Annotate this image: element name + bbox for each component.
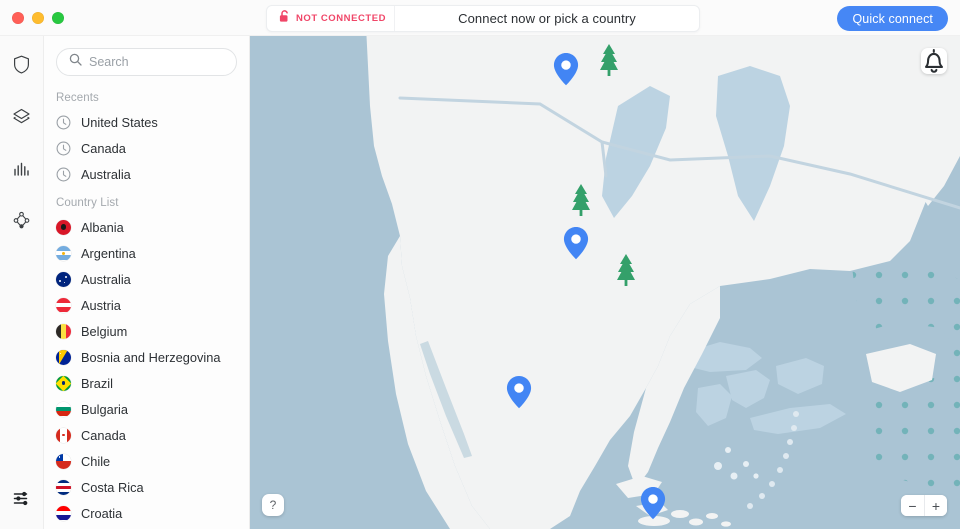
flag-costa-rica	[56, 479, 71, 495]
rail-item-stats[interactable]	[7, 156, 37, 186]
country-item-label: Costa Rica	[81, 479, 144, 495]
search-input[interactable]	[89, 55, 224, 69]
status-message: Connect now or pick a country	[458, 11, 636, 26]
flag-belgium	[56, 323, 71, 339]
maximize-button[interactable]	[52, 11, 64, 24]
map-canvas[interactable]: ? − +	[250, 36, 960, 529]
country-item-label: Croatia	[81, 505, 123, 521]
country-item-label: Albania	[81, 219, 124, 235]
recent-item[interactable]: Canada	[44, 135, 249, 161]
flag-argentina	[56, 245, 71, 261]
pin-mexico	[506, 376, 532, 409]
app-body: Recents United States Canada Australia Cou…	[0, 36, 960, 529]
country-item-label: Argentina	[81, 245, 136, 261]
country-item-label: Canada	[81, 427, 126, 443]
country-item-label: Bosnia and Herzegovina	[81, 349, 221, 365]
search-icon	[69, 53, 82, 71]
flag-chile	[56, 453, 71, 469]
shield-icon	[13, 55, 30, 79]
zoom-out-button[interactable]: −	[901, 495, 924, 516]
rail-item-settings[interactable]	[7, 485, 37, 515]
recents-list: United States Canada Australia	[44, 109, 249, 187]
country-list: Albania Argentina Australia Austria Belgium B…	[44, 214, 249, 526]
icon-rail	[0, 36, 44, 529]
pin-caribbean	[640, 487, 666, 520]
country-item[interactable]: Australia	[44, 266, 249, 292]
flag-brazil	[56, 375, 71, 391]
country-item[interactable]: Croatia	[44, 500, 249, 526]
location-list: Recents United States Canada Australia Cou…	[44, 82, 249, 529]
country-item[interactable]: Canada	[44, 422, 249, 448]
rail-item-shield[interactable]	[7, 52, 37, 82]
minimize-button[interactable]	[32, 11, 44, 24]
flag-albania	[56, 219, 71, 235]
clock-icon	[56, 141, 71, 156]
mesh-network-icon	[12, 211, 31, 235]
recent-item[interactable]: Australia	[44, 161, 249, 187]
status-bar: NOT CONNECTED Connect now or pick a coun…	[266, 5, 700, 32]
quick-connect-button[interactable]: Quick connect	[837, 6, 948, 31]
sidebar: Recents United States Canada Australia Cou…	[44, 36, 250, 529]
country-item[interactable]: Bosnia and Herzegovina	[44, 344, 249, 370]
bar-chart-icon	[13, 160, 30, 182]
notifications-button[interactable]	[921, 48, 947, 74]
flag-bulgaria	[56, 401, 71, 417]
country-item-label: Belgium	[81, 323, 128, 339]
country-item[interactable]: Costa Rica	[44, 474, 249, 500]
zoom-controls: − +	[901, 495, 947, 516]
country-item[interactable]: Argentina	[44, 240, 249, 266]
tree-mid-lower	[617, 254, 635, 286]
flag-australia	[56, 271, 71, 287]
clock-icon	[56, 167, 71, 182]
search-box[interactable]	[56, 48, 237, 76]
country-item-label: Chile	[81, 453, 111, 469]
recents-heading: Recents	[56, 92, 99, 104]
tree-north	[600, 44, 618, 76]
layers-icon	[12, 108, 31, 131]
zoom-in-button[interactable]: +	[924, 495, 947, 516]
recent-item-label: United States	[81, 114, 158, 130]
sliders-icon	[13, 490, 31, 511]
country-item[interactable]: Brazil	[44, 370, 249, 396]
search-container	[44, 36, 249, 82]
recent-item[interactable]: United States	[44, 109, 249, 135]
flag-canada	[56, 427, 71, 443]
country-item[interactable]: Belgium	[44, 318, 249, 344]
rail-item-layers[interactable]	[7, 104, 37, 134]
country-item-label: Brazil	[81, 375, 113, 391]
pin-northwest	[553, 53, 579, 86]
unlocked-padlock-icon	[279, 9, 290, 28]
close-button[interactable]	[12, 11, 24, 24]
country-item[interactable]: Bulgaria	[44, 396, 249, 422]
flag-bosnia-and-herzegovina	[56, 349, 71, 365]
pin-west	[563, 227, 589, 260]
map-markers-layer	[506, 44, 666, 520]
country-item-label: Bulgaria	[81, 401, 128, 417]
clock-icon	[56, 115, 71, 130]
country-item[interactable]: Chile	[44, 448, 249, 474]
country-item[interactable]: Albania	[44, 214, 249, 240]
title-bar: NOT CONNECTED Connect now or pick a coun…	[0, 0, 960, 36]
recent-item-label: Australia	[81, 166, 131, 182]
tree-mid-upper	[572, 184, 590, 216]
flag-croatia	[56, 505, 71, 521]
recent-item-label: Canada	[81, 140, 126, 156]
country-item[interactable]: Austria	[44, 292, 249, 318]
country-item-label: Australia	[81, 271, 131, 287]
country-item-label: Austria	[81, 297, 121, 313]
rail-item-mesh[interactable]	[7, 208, 37, 238]
flag-austria	[56, 297, 71, 313]
connection-status: NOT CONNECTED	[267, 6, 395, 31]
app-window: NOT CONNECTED Connect now or pick a coun…	[0, 0, 960, 529]
window-controls	[0, 11, 64, 24]
help-button[interactable]: ?	[262, 494, 284, 516]
country-list-heading: Country List	[56, 197, 119, 209]
connection-status-label: NOT CONNECTED	[296, 13, 387, 24]
